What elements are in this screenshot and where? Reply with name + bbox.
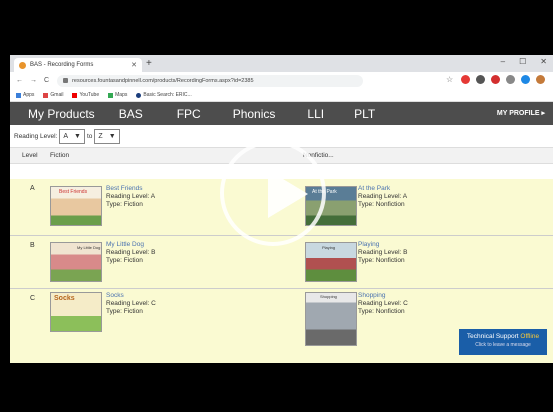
extension-blue-icon[interactable] [521, 75, 530, 84]
fiction-book-info: Best Friends Reading Level: A Type: Fict… [106, 185, 156, 208]
nav-my-products[interactable]: My Products [28, 107, 95, 121]
bookmark-gmail[interactable]: Gmail [43, 92, 63, 98]
header-fiction: Fiction [50, 152, 70, 159]
book-cover-my-little-dog[interactable]: My Little Dog [50, 242, 102, 282]
forward-icon[interactable]: → [30, 77, 37, 84]
extension-circle-icon[interactable] [506, 75, 515, 84]
address-bar: ← → C resources.fountasandpinnell.com/pr… [10, 72, 553, 89]
extension-red-icon[interactable] [461, 75, 470, 84]
gmail-icon [43, 92, 49, 98]
book-title-link[interactable]: Socks [106, 292, 156, 300]
nonfiction-book-info: Shopping Reading Level: C Type: Nonficti… [358, 292, 408, 315]
support-status: Offline [520, 333, 540, 340]
nav-lli[interactable]: LLI [307, 107, 324, 121]
youtube-icon [72, 92, 78, 98]
minimize-icon[interactable]: – [501, 57, 505, 66]
extension-clock-icon[interactable] [476, 75, 485, 84]
row-level: B [30, 242, 35, 249]
tab-bar: BAS - Recording Forms ✕ + – ☐ ✕ [10, 55, 553, 72]
extension-pinterest-icon[interactable] [491, 75, 500, 84]
window-controls: – ☐ ✕ [501, 57, 547, 66]
eric-icon [136, 92, 142, 98]
nonfiction-book-info: Playing Reading Level: B Type: Nonfictio… [358, 241, 408, 264]
bookmark-youtube[interactable]: YouTube [72, 92, 99, 98]
maximize-icon[interactable]: ☐ [519, 57, 526, 66]
fiction-book-info: Socks Reading Level: C Type: Fiction [106, 292, 156, 315]
url-text: resources.fountasandpinnell.com/products… [72, 77, 254, 84]
book-title-link[interactable]: At the Park [358, 185, 407, 193]
browser-tab[interactable]: BAS - Recording Forms ✕ [14, 58, 142, 72]
level-to-select[interactable]: Z ▼ [94, 128, 120, 144]
avatar[interactable] [536, 75, 545, 84]
book-title-link[interactable]: Playing [358, 241, 408, 249]
new-tab-icon[interactable]: + [146, 58, 152, 69]
book-title-link[interactable]: My Little Dog [106, 241, 156, 249]
apps-icon [16, 92, 21, 98]
nav-fpc[interactable]: FPC [177, 107, 201, 121]
tab-title: BAS - Recording Forms [30, 62, 94, 68]
technical-support-widget[interactable]: Technical Support Offline Click to leave… [459, 329, 547, 355]
extensions: ☆ [446, 75, 545, 84]
dropdown-arrow-icon: ▼ [108, 132, 116, 140]
play-icon[interactable] [268, 170, 308, 218]
row-level: C [30, 295, 36, 302]
filter-to-label: to [86, 132, 93, 140]
fiction-book-info: My Little Dog Reading Level: B Type: Fic… [106, 241, 156, 264]
header-level: Level [22, 152, 38, 159]
bookmark-eric[interactable]: Basic Search: ERIC... [136, 92, 192, 98]
book-cover-best-friends[interactable]: Best Friends [50, 186, 102, 226]
nav-bas[interactable]: BAS [119, 107, 143, 121]
nonfiction-book-info: At the Park Reading Level: A Type: Nonfi… [358, 185, 408, 208]
maps-icon [108, 92, 114, 98]
book-cover-playing[interactable]: Playing [305, 242, 357, 282]
nav-plt[interactable]: PLT [354, 107, 375, 121]
row-level: A [30, 185, 35, 192]
lock-icon [63, 78, 69, 83]
filter-label: Reading Level: [14, 132, 58, 140]
level-from-select[interactable]: A ▼ [59, 128, 85, 144]
close-window-icon[interactable]: ✕ [540, 57, 547, 66]
book-title-link[interactable]: Best Friends [106, 185, 155, 193]
book-cover-shopping[interactable]: Shopping [305, 292, 357, 346]
support-label: Technical Support [466, 333, 519, 340]
favicon-icon [19, 61, 26, 69]
dropdown-arrow-icon: ▼ [74, 132, 81, 140]
back-icon[interactable]: ← [16, 77, 23, 84]
book-cover-socks[interactable]: Socks [50, 292, 102, 332]
book-title-link[interactable]: Shopping [358, 292, 408, 300]
my-profile-menu[interactable]: MY PROFILE ▸ [497, 109, 545, 117]
close-tab-icon[interactable]: ✕ [131, 61, 137, 69]
bookmark-apps[interactable]: Apps [16, 92, 34, 98]
nav-phonics[interactable]: Phonics [233, 107, 276, 121]
url-field[interactable]: resources.fountasandpinnell.com/products… [57, 74, 364, 87]
bookmarks-bar: Apps Gmail YouTube Maps Basic Search: ER… [10, 89, 553, 102]
star-icon[interactable]: ☆ [446, 75, 455, 84]
reload-icon[interactable]: C [44, 77, 49, 84]
site-nav: My Products BAS FPC Phonics LLI PLT MY P… [10, 102, 553, 125]
bookmark-maps[interactable]: Maps [108, 92, 127, 98]
support-message-link[interactable]: Click to leave a message [459, 341, 547, 350]
